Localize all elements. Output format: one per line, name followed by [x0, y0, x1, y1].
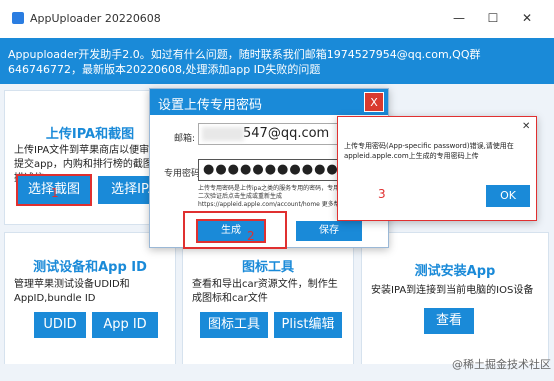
- icon-tool-button[interactable]: 图标工具: [200, 312, 268, 338]
- install-card-desc: 安装IPA到连接到当前电脑的IOS设备: [371, 285, 534, 296]
- install-card: 测试安装App 安装IPA到连接到当前电脑的IOS设备 查看: [361, 232, 549, 368]
- app-id-button[interactable]: App ID: [92, 312, 158, 338]
- redaction-blur: [202, 127, 244, 141]
- udid-button[interactable]: UDID: [34, 312, 86, 338]
- title-bar: AppUploader 20220608 — ☐ ✕: [0, 0, 554, 38]
- step-marker-1: 1: [51, 186, 59, 200]
- notice-banner: Appuploader开发助手2.0。如过有什么问题，随时联系我们邮箱19745…: [0, 38, 554, 84]
- alert-ok-button[interactable]: OK: [486, 185, 530, 207]
- save-button[interactable]: 保存: [296, 221, 362, 241]
- email-label: 邮箱:: [174, 134, 196, 144]
- icons-card-desc: 查看和导出car资源文件，制作生成图标和car文件: [192, 279, 338, 304]
- app-icon: [12, 12, 24, 24]
- alert-close-button[interactable]: ✕: [522, 121, 530, 132]
- maximize-button[interactable]: ☐: [478, 8, 508, 28]
- generate-highlight-box: [183, 211, 287, 249]
- minimize-button[interactable]: —: [444, 8, 474, 28]
- window-title: AppUploader 20220608: [30, 12, 161, 25]
- devices-card-title: 测试设备和App ID: [33, 260, 147, 275]
- password-dialog-title: 设置上传专用密码: [158, 98, 263, 113]
- step-marker-3: 3: [378, 187, 386, 201]
- error-alert-dialog: ✕ 上传专用密码(App-specific password)错误,请使用在ap…: [337, 116, 537, 221]
- email-value: 547@qq.com: [243, 126, 330, 141]
- devices-card: 测试设备和App ID 管理苹果测试设备UDID和AppID,bundle ID…: [4, 232, 176, 368]
- icons-card-title: 图标工具: [241, 260, 294, 275]
- plist-edit-button[interactable]: Plist编辑: [274, 312, 342, 338]
- view-button[interactable]: 查看: [424, 308, 474, 334]
- icons-card: 图标工具 查看和导出car资源文件，制作生成图标和car文件 图标工具 Plis…: [182, 232, 354, 368]
- step-marker-2: 2: [247, 229, 255, 243]
- install-card-title: 测试安装App: [414, 264, 496, 279]
- watermark: @稀土掘金技术社区: [452, 358, 551, 371]
- alert-message: 上传专用密码(App-specific password)错误,请使用在appl…: [344, 142, 514, 160]
- devices-card-desc: 管理苹果测试设备UDID和AppID,bundle ID: [14, 279, 130, 304]
- close-window-button[interactable]: ✕: [512, 8, 542, 28]
- password-dialog-close-button[interactable]: X: [364, 92, 384, 112]
- password-dialog-header: 设置上传专用密码 X: [150, 89, 388, 115]
